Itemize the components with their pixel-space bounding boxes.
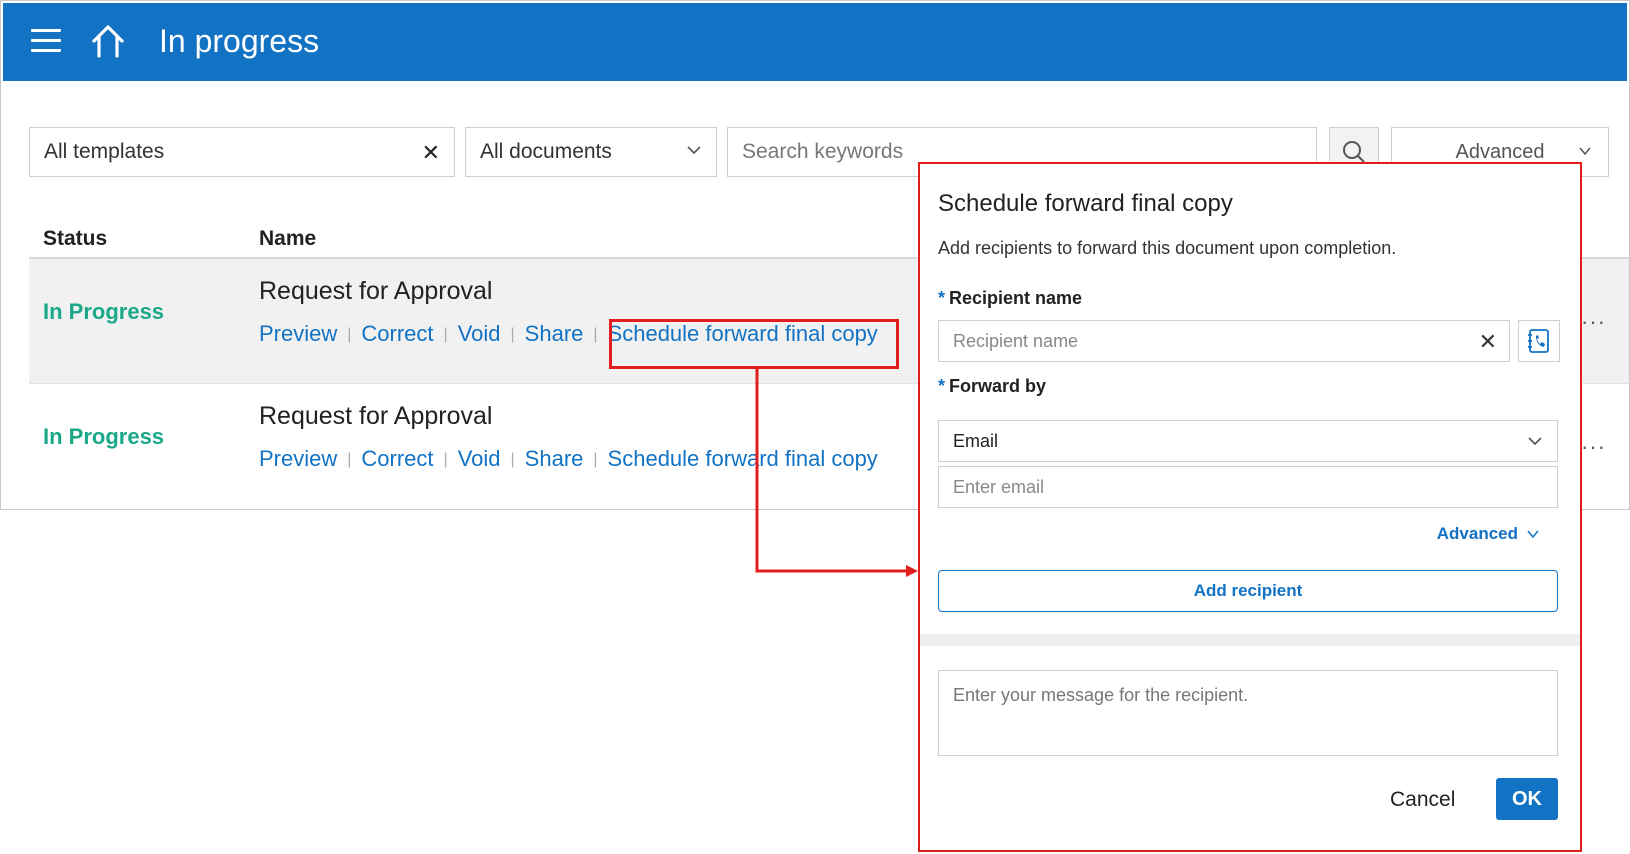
message-placeholder: Enter your message for the recipient. xyxy=(953,685,1249,705)
share-link[interactable]: Share xyxy=(525,321,584,346)
template-filter-value: All templates xyxy=(44,140,165,163)
separator: | xyxy=(510,326,515,343)
message-textarea[interactable]: Enter your message for the recipient. xyxy=(938,670,1558,756)
document-name[interactable]: Request for Approval xyxy=(259,402,492,431)
chevron-down-icon xyxy=(687,146,701,155)
void-link[interactable]: Void xyxy=(458,321,501,346)
preview-link[interactable]: Preview xyxy=(259,446,337,471)
page-title: In progress xyxy=(159,23,320,59)
schedule-forward-dialog: Schedule forward final copy Add recipien… xyxy=(918,162,1582,852)
separator: | xyxy=(510,451,515,468)
separator: | xyxy=(347,451,352,468)
home-icon[interactable] xyxy=(89,23,127,59)
advanced-options-toggle[interactable]: Advanced xyxy=(1437,524,1540,544)
separator: | xyxy=(443,326,448,343)
schedule-forward-link[interactable]: Schedule forward final copy xyxy=(608,446,878,471)
recipient-name-input[interactable]: Recipient name ✕ xyxy=(938,320,1510,362)
recipient-name-label: * Recipient name xyxy=(938,288,1083,308)
separator: | xyxy=(443,451,448,468)
status-badge: In Progress xyxy=(43,424,165,449)
section-divider xyxy=(920,634,1580,646)
advanced-options-label: Advanced xyxy=(1436,524,1518,543)
address-book-button[interactable] xyxy=(1518,320,1560,362)
clear-icon[interactable]: ✕ xyxy=(1479,329,1497,355)
documents-dropdown[interactable]: All documents xyxy=(465,127,717,177)
documents-dropdown-value: All documents xyxy=(480,140,612,163)
forward-by-select[interactable]: Email xyxy=(938,420,1558,462)
recipient-name-placeholder: Recipient name xyxy=(953,330,1079,351)
status-badge: In Progress xyxy=(43,299,165,324)
cancel-button[interactable]: Cancel xyxy=(1390,788,1455,812)
search-placeholder: Search keywords xyxy=(742,140,904,163)
email-field[interactable]: Enter email xyxy=(938,466,1558,508)
column-header-name[interactable]: Name xyxy=(259,227,316,251)
clear-icon[interactable]: ✕ xyxy=(422,140,440,166)
preview-link[interactable]: Preview xyxy=(259,321,337,346)
forward-by-value: Email xyxy=(953,430,999,451)
separator: | xyxy=(347,326,352,343)
column-header-status[interactable]: Status xyxy=(43,227,107,251)
dialog-title: Schedule forward final copy xyxy=(938,190,1233,217)
more-options-icon[interactable]: ··· xyxy=(1581,309,1606,335)
void-link[interactable]: Void xyxy=(458,446,501,471)
chevron-down-icon xyxy=(1528,437,1542,446)
top-bar: In progress xyxy=(3,3,1627,81)
hamburger-menu-icon[interactable] xyxy=(31,29,61,53)
more-options-icon[interactable]: ··· xyxy=(1581,434,1606,460)
separator: | xyxy=(593,451,598,468)
contact-book-icon xyxy=(1528,329,1549,353)
share-link[interactable]: Share xyxy=(525,446,584,471)
separator: | xyxy=(593,326,598,343)
ok-button[interactable]: OK xyxy=(1496,778,1558,820)
template-filter[interactable]: All templates ✕ xyxy=(29,127,455,177)
correct-link[interactable]: Correct xyxy=(361,321,433,346)
annotation-highlight-box xyxy=(609,319,899,369)
document-name[interactable]: Request for Approval xyxy=(259,277,492,306)
email-placeholder: Enter email xyxy=(953,476,1045,497)
chevron-down-icon xyxy=(1579,147,1591,156)
advanced-filter-label: Advanced xyxy=(1455,140,1545,163)
chevron-down-icon xyxy=(1527,530,1539,539)
dialog-subtitle: Add recipients to forward this document … xyxy=(938,238,1397,258)
correct-link[interactable]: Correct xyxy=(361,446,433,471)
row-actions: Preview | Correct | Void | Share | Schedule forw… xyxy=(259,446,878,472)
forward-by-label: * Forward by xyxy=(938,376,1047,396)
add-recipient-button[interactable]: Add recipient xyxy=(938,570,1558,612)
